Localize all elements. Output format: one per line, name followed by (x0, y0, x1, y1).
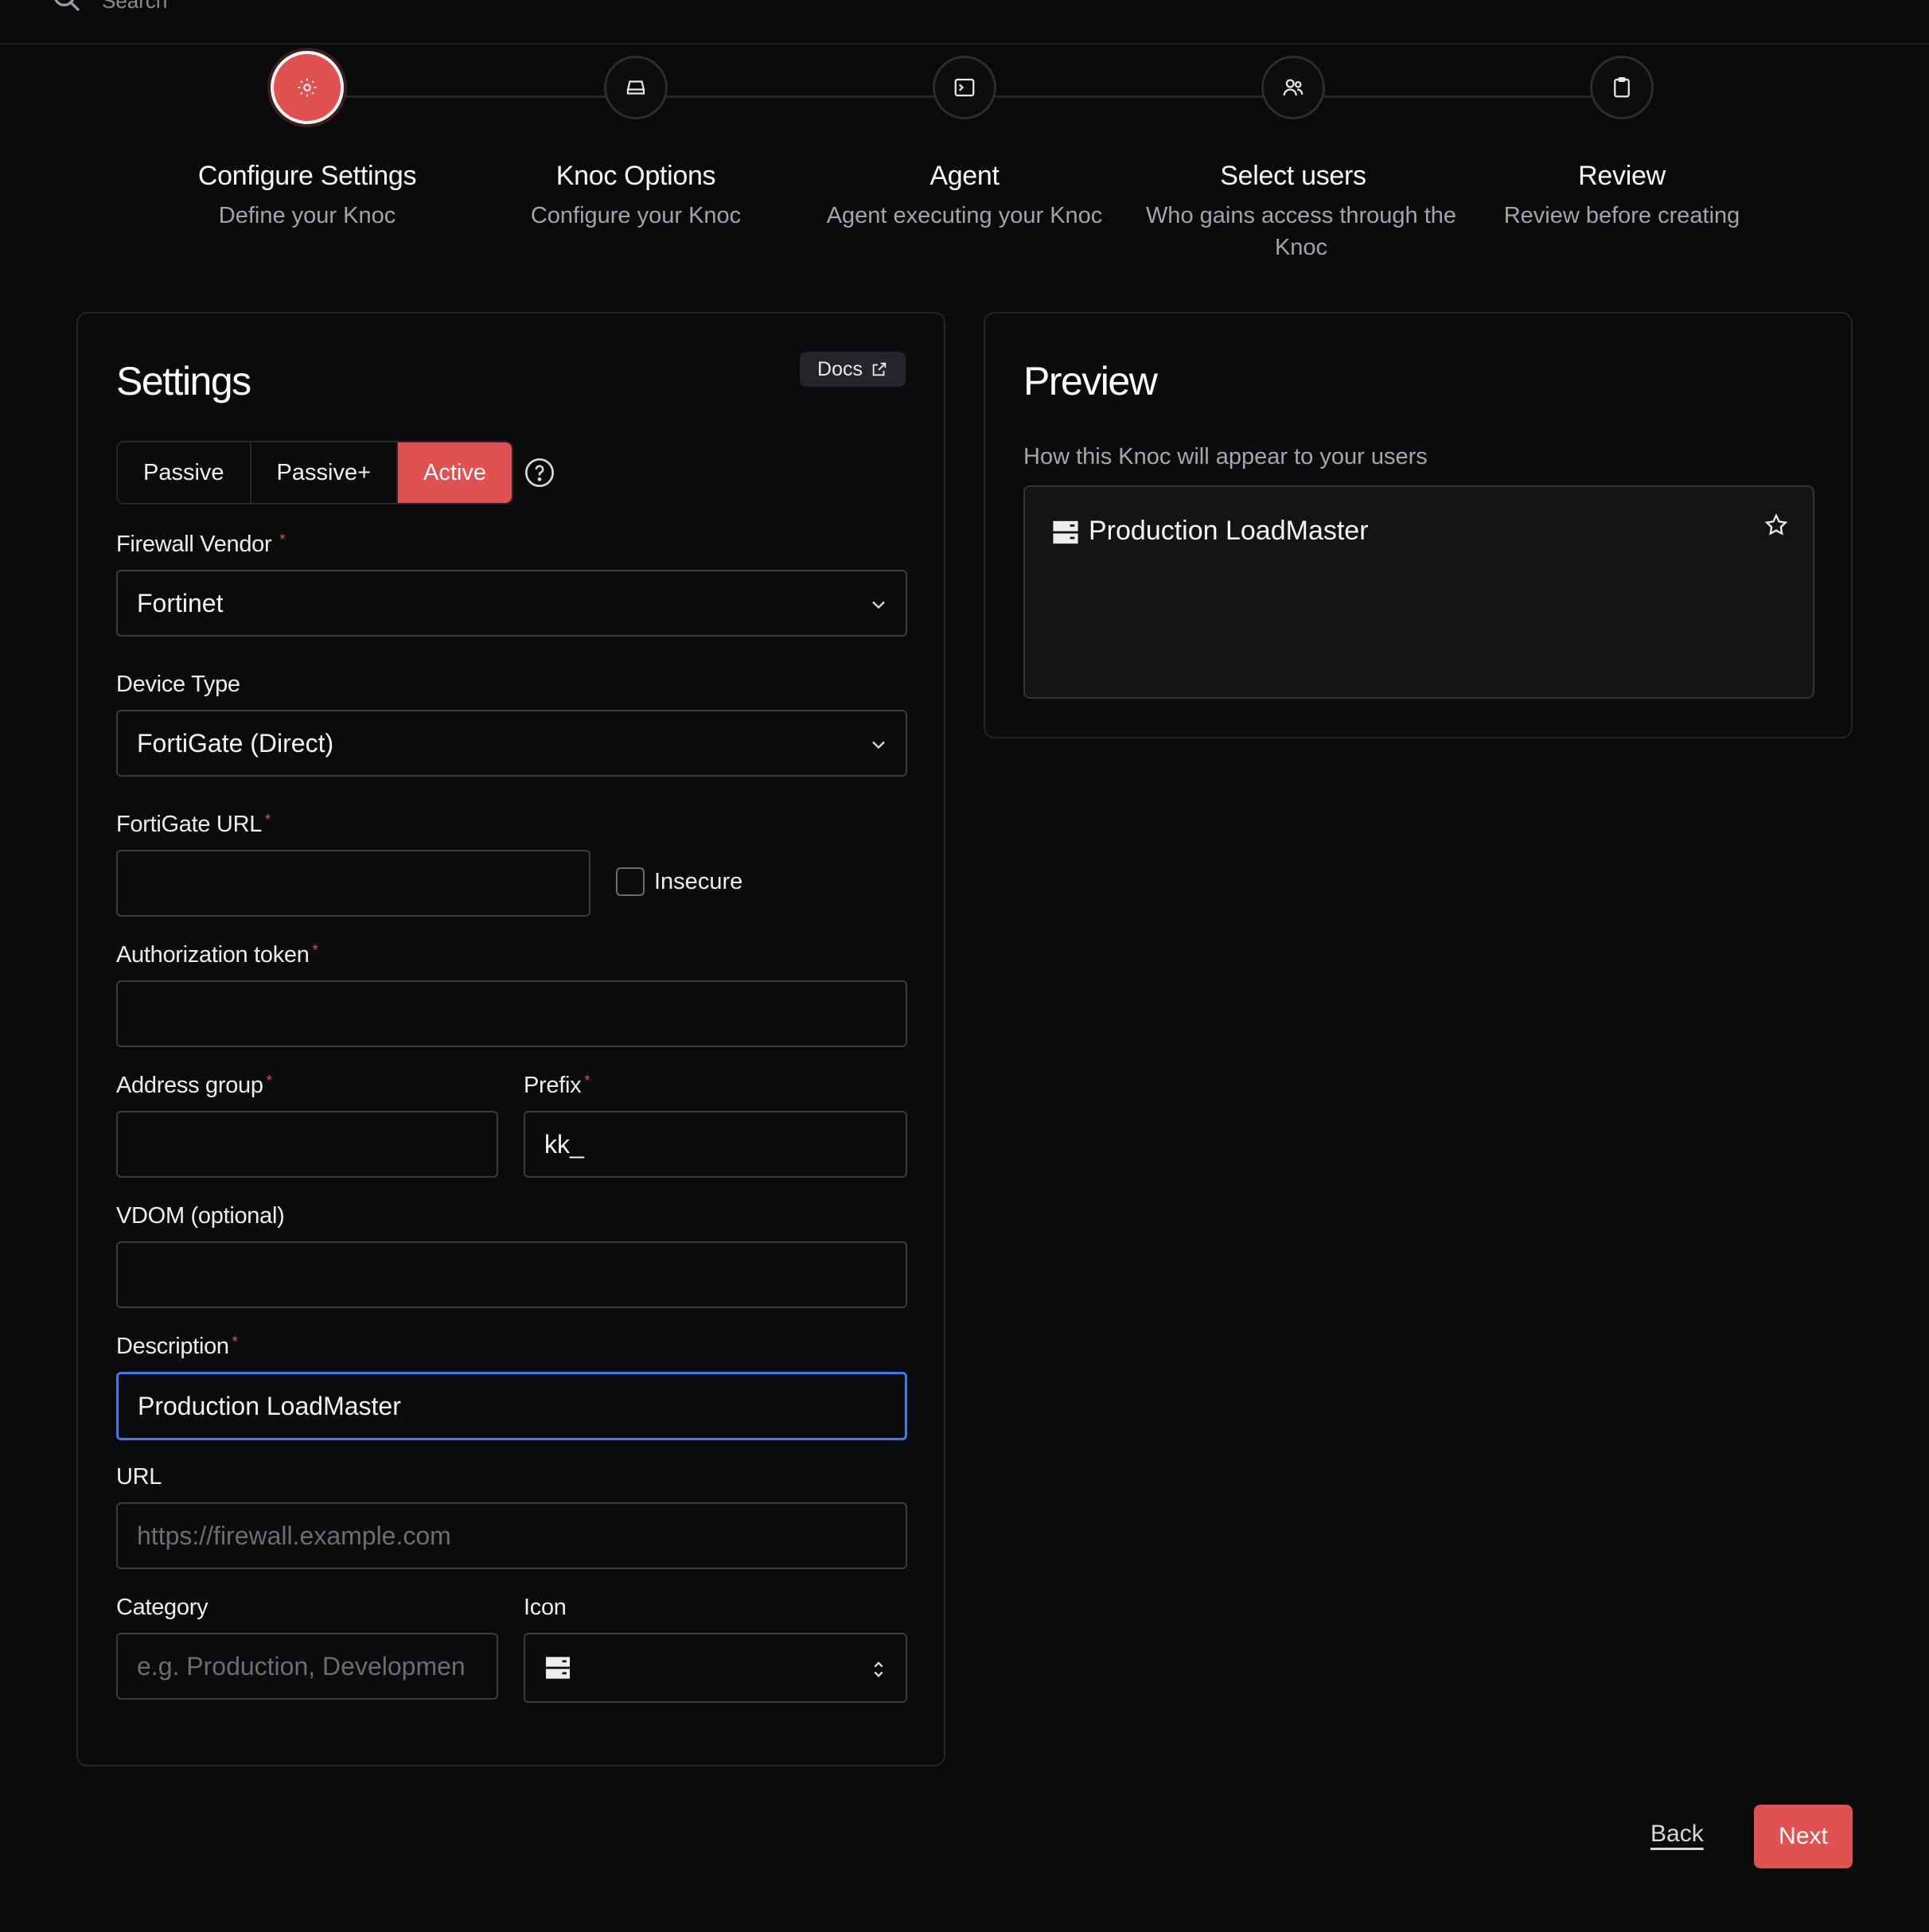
drive-icon (626, 80, 645, 95)
star-icon[interactable] (1763, 512, 1789, 538)
step-title: Select users (1220, 161, 1366, 191)
device-type-value: FortiGate (Direct) (137, 728, 334, 758)
step-title: Review (1578, 161, 1666, 191)
auth-token-input[interactable] (116, 980, 907, 1047)
fortigate-url-input[interactable] (116, 850, 590, 917)
top-bar: Search (0, 0, 1929, 45)
settings-panel: Settings Docs Passive Passive+ Active Fi… (76, 312, 945, 1766)
address-group-label: Address group * (116, 1073, 272, 1098)
chevron-down-icon (872, 741, 885, 750)
step-circle (933, 56, 996, 119)
chevron-up-down-icon (874, 1661, 883, 1677)
gear-icon (298, 78, 317, 97)
insecure-label: Insecure (654, 869, 743, 894)
icon-label: Icon (524, 1595, 567, 1620)
clipboard-icon (1614, 77, 1630, 98)
docs-label: Docs (817, 357, 863, 380)
step-circle (1590, 56, 1654, 119)
step-configure-settings[interactable]: Configure Settings Define your Knoc (148, 51, 466, 232)
external-link-icon (872, 362, 887, 376)
step-title: Configure Settings (197, 161, 417, 191)
preview-panel: Preview How this Knoc will appear to you… (984, 312, 1853, 738)
users-icon (1283, 79, 1304, 96)
category-input[interactable]: e.g. Production, Developmen (116, 1633, 498, 1700)
search-icon[interactable] (51, 0, 83, 14)
preview-subtitle: How this Knoc will appear to your users (1023, 444, 1428, 469)
step-knoc-options[interactable]: Knoc Options Configure your Knoc (477, 56, 795, 232)
help-icon[interactable] (524, 457, 555, 489)
device-type-select[interactable]: FortiGate (Direct) (116, 710, 907, 777)
address-group-input[interactable] (116, 1111, 498, 1178)
fortigate-url-label: FortiGate URL * (116, 812, 271, 837)
vdom-label: VDOM (optional) (116, 1203, 285, 1229)
back-button[interactable]: Back (1650, 1821, 1704, 1848)
step-subtitle: Review before creating (1503, 203, 1740, 228)
step-select-users[interactable]: Select users Who gains access through th… (1134, 56, 1456, 263)
firewall-vendor-label: Firewall Vendor * (116, 532, 286, 557)
step-circle (1261, 56, 1325, 119)
terminal-icon (954, 78, 975, 97)
insecure-checkbox[interactable] (616, 867, 645, 896)
step-circle (604, 56, 668, 119)
icon-select[interactable] (524, 1633, 907, 1703)
search-input[interactable]: Search (102, 0, 167, 14)
step-circle (271, 51, 344, 124)
description-label: Description * (116, 1334, 238, 1359)
mode-active[interactable]: Active (398, 442, 512, 503)
prefix-label: Prefix * (524, 1073, 590, 1098)
step-subtitle: Agent executing your Knoc (826, 203, 1103, 228)
server-icon (546, 1657, 570, 1679)
stepper: Configure Settings Define your Knoc Knoc… (0, 51, 1929, 294)
url-label: URL (116, 1464, 162, 1490)
firewall-vendor-value: Fortinet (137, 588, 224, 617)
firewall-vendor-select[interactable]: Fortinet (116, 570, 907, 637)
next-button[interactable]: Next (1754, 1805, 1853, 1868)
preview-card-title: Production LoadMaster (1089, 516, 1369, 546)
step-subtitle: Define your Knoc (218, 203, 396, 228)
chevron-down-icon (872, 601, 885, 610)
device-type-label: Device Type (116, 672, 240, 697)
step-subtitle: Who gains access through the Knoc (1145, 203, 1457, 260)
mode-selector: Passive Passive+ Active (116, 441, 514, 504)
server-icon (1053, 520, 1078, 544)
auth-token-label: Authorization token * (116, 942, 318, 968)
step-title: Agent (929, 161, 1000, 191)
step-title: Knoc Options (555, 161, 716, 191)
mode-passive-plus[interactable]: Passive+ (251, 442, 399, 503)
category-label: Category (116, 1595, 208, 1620)
url-input[interactable]: https://firewall.example.com (116, 1502, 907, 1569)
preview-title: Preview (1023, 359, 1158, 403)
docs-button[interactable]: Docs (800, 352, 906, 387)
step-review[interactable]: Review Review before creating (1463, 56, 1781, 232)
prefix-input[interactable]: kk_ (524, 1111, 907, 1178)
preview-card[interactable]: Production LoadMaster (1023, 485, 1814, 699)
settings-title: Settings (116, 359, 251, 403)
mode-passive[interactable]: Passive (118, 442, 251, 503)
description-input[interactable]: Production LoadMaster (116, 1372, 907, 1440)
step-agent[interactable]: Agent Agent executing your Knoc (805, 56, 1124, 232)
step-subtitle: Configure your Knoc (530, 203, 742, 228)
vdom-input[interactable] (116, 1241, 907, 1308)
